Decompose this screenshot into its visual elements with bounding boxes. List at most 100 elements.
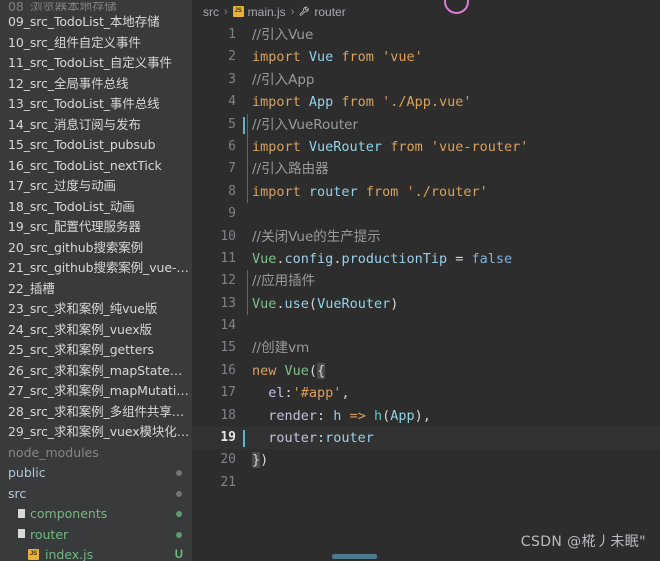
file-tree-item-src[interactable]: src (0, 484, 192, 505)
code-line[interactable]: 11 Vue.config.productionTip = false (192, 248, 660, 270)
recent-folder-item[interactable]: 19_src_配置代理服务器 (0, 217, 192, 238)
breadcrumb-root[interactable]: src (203, 5, 219, 19)
code-line[interactable]: 6 import VueRouter from 'vue-router' (192, 135, 660, 159)
recent-folder-label: 26_src_求和案例_mapState与mapGett... (8, 362, 192, 378)
recent-folder-label: 10_src_组件自定义事件 (8, 34, 141, 50)
recent-folder-item[interactable]: 10_src_组件自定义事件 (0, 33, 192, 54)
recent-folder-label: 21_src_github搜索案例_vue-resource (8, 260, 192, 275)
file-tree-item-label: router (30, 526, 69, 542)
code-line[interactable]: 19 router:router (192, 427, 660, 450)
code-editor-content[interactable]: 1//引入Vue 2 import Vue from 'vue' 3//引入App 4 i… (192, 24, 660, 561)
line-number: 3 (228, 71, 236, 87)
code-token: //引入VueRouter (252, 116, 359, 133)
code-line[interactable]: 8 import router from './router' (192, 180, 660, 204)
recent-folder-item[interactable]: 23_src_求和案例_纯vue版 (0, 299, 192, 320)
breadcrumb[interactable]: src › JS main.js › router (192, 0, 660, 24)
code-token: ( (308, 295, 318, 312)
recent-folder-item[interactable]: 24_src_求和案例_vuex版 (0, 320, 192, 341)
recent-folders-list[interactable]: 08_浏览器本地存储 09_src_TodoList_本地存储 10_src_组件自… (0, 0, 192, 443)
recent-folder-label: 29_src_求和案例_vuex模块化编码 (8, 424, 192, 439)
code-token: ) (260, 452, 269, 469)
file-tree-item-node-modules[interactable]: node_modules (0, 443, 192, 464)
explorer-sidebar[interactable]: 08_浏览器本地存储 09_src_TodoList_本地存储 10_src_组件自… (0, 0, 192, 561)
file-tree-item-label: index.js (45, 547, 94, 561)
code-token: VueRouter (317, 295, 391, 312)
code-token: . (276, 295, 285, 312)
code-line-text: import router from './router' (252, 181, 488, 203)
recent-folder-item[interactable]: 16_src_TodoList_nextTick (0, 156, 192, 177)
recent-folder-item[interactable]: 22_插槽 (0, 279, 192, 300)
line-number: 4 (228, 94, 236, 110)
recent-folder-item[interactable]: 13_src_TodoList_事件总线 (0, 94, 192, 115)
recent-folder-item[interactable]: 08_浏览器本地存储 (0, 0, 192, 12)
code-line[interactable]: 9 (192, 203, 660, 225)
code-line-text: router:router (252, 427, 374, 449)
code-token: import (252, 49, 309, 66)
recent-folder-label: 11_src_TodoList_自定义事件 (8, 55, 172, 70)
code-line-text: import App from './App.vue' (252, 91, 471, 113)
recent-folder-item[interactable]: 14_src_消息订阅与发布 (0, 115, 192, 136)
recent-folder-label: 14_src_消息订阅与发布 (8, 116, 141, 132)
code-line[interactable]: 18 render: h => h(App), (192, 405, 660, 427)
code-line[interactable]: 13 Vue.use(VueRouter) (192, 292, 660, 316)
code-token: ) (414, 407, 423, 424)
recent-folder-label: 17_src_过度与动画 (8, 178, 116, 193)
file-tree-item-public[interactable]: public (0, 463, 192, 484)
recent-folder-item[interactable]: 18_src_TodoList_动画 (0, 197, 192, 218)
code-token: , (341, 385, 350, 402)
recent-folder-item[interactable]: 09_src_TodoList_本地存储 (0, 12, 192, 33)
recent-folder-item[interactable]: 17_src_过度与动画 (0, 176, 192, 197)
code-token: import (252, 138, 309, 155)
code-line[interactable]: 15 //创建vm (192, 337, 660, 359)
horizontal-scrollbar-thumb[interactable] (332, 554, 377, 559)
code-line[interactable]: 14 (192, 315, 660, 337)
line-number: 9 (228, 206, 236, 222)
code-line[interactable]: 1 //引入Vue (192, 24, 660, 46)
code-line-text: Vue.config.productionTip = false (252, 248, 512, 270)
editor-pane[interactable]: src › JS main.js › router 1 //引入Vue 2 impor… (192, 0, 660, 561)
code-line[interactable]: 3 //引入App (192, 69, 660, 91)
file-tree-item-label: node_modules (8, 444, 99, 460)
recent-folder-item[interactable]: 25_src_求和案例_getters (0, 340, 192, 361)
code-line[interactable]: 5 //引入VueRouter (192, 113, 660, 136)
code-line[interactable]: 7 //引入路由器 (192, 158, 660, 181)
code-line[interactable]: 21 (192, 472, 660, 494)
recent-folder-item[interactable]: 28_src_求和案例_多组件共享数据 (0, 402, 192, 423)
line-number: 16 (220, 362, 236, 378)
code-line-text: //关闭Vue的生产提示 (252, 226, 381, 248)
code-line[interactable]: 10 //关闭Vue的生产提示 (192, 226, 660, 248)
recent-folder-item[interactable]: 26_src_求和案例_mapState与mapGett... (0, 361, 192, 382)
code-token: Vue (252, 295, 277, 312)
code-token: : (317, 407, 334, 424)
recent-folder-item[interactable]: 11_src_TodoList_自定义事件 (0, 53, 192, 74)
file-tree-item-index-js[interactable]: JS index.js U (0, 545, 192, 561)
code-line-text: import Vue from 'vue' (252, 46, 423, 68)
recent-folder-item[interactable]: 21_src_github搜索案例_vue-resource (0, 258, 192, 279)
recent-folder-item[interactable]: 15_src_TodoList_pubsub (0, 135, 192, 156)
recent-folder-item[interactable]: 20_src_github搜索案例 (0, 238, 192, 259)
line-number: 21 (220, 474, 236, 490)
code-line[interactable]: 16 new Vue({ (192, 360, 660, 382)
recent-folder-item[interactable]: 27_src_求和案例_mapMutations与ma... (0, 381, 192, 402)
code-line-text: import VueRouter from 'vue-router' (252, 136, 528, 158)
recent-folder-label: 09_src_TodoList_本地存储 (8, 14, 160, 29)
recent-folder-label: 16_src_TodoList_nextTick (8, 157, 162, 173)
file-tree[interactable]: node_modulespublic src components router JS i… (0, 443, 192, 561)
code-line[interactable]: 17 el:'#app', (192, 382, 660, 404)
recent-folder-item[interactable]: 12_src_全局事件总线 (0, 74, 192, 95)
code-token: 'vue' (382, 49, 423, 66)
recent-folder-label: 19_src_配置代理服务器 (8, 219, 141, 234)
code-token: h (333, 407, 350, 424)
code-line[interactable]: 12 //应用插件 (192, 270, 660, 293)
breadcrumb-symbol[interactable]: router (314, 5, 345, 19)
breadcrumb-file[interactable]: main.js (248, 5, 286, 19)
code-line[interactable]: 20}) (192, 449, 660, 471)
code-token: new (252, 362, 285, 379)
code-token: productionTip (341, 250, 456, 267)
recent-folder-item[interactable]: 29_src_求和案例_vuex模块化编码 (0, 422, 192, 443)
file-tree-item-components[interactable]: components (0, 504, 192, 525)
code-token: el (252, 385, 285, 402)
file-tree-item-router[interactable]: router (0, 525, 192, 546)
code-line[interactable]: 2 import Vue from 'vue' (192, 46, 660, 68)
code-line[interactable]: 4 import App from './App.vue' (192, 91, 660, 113)
